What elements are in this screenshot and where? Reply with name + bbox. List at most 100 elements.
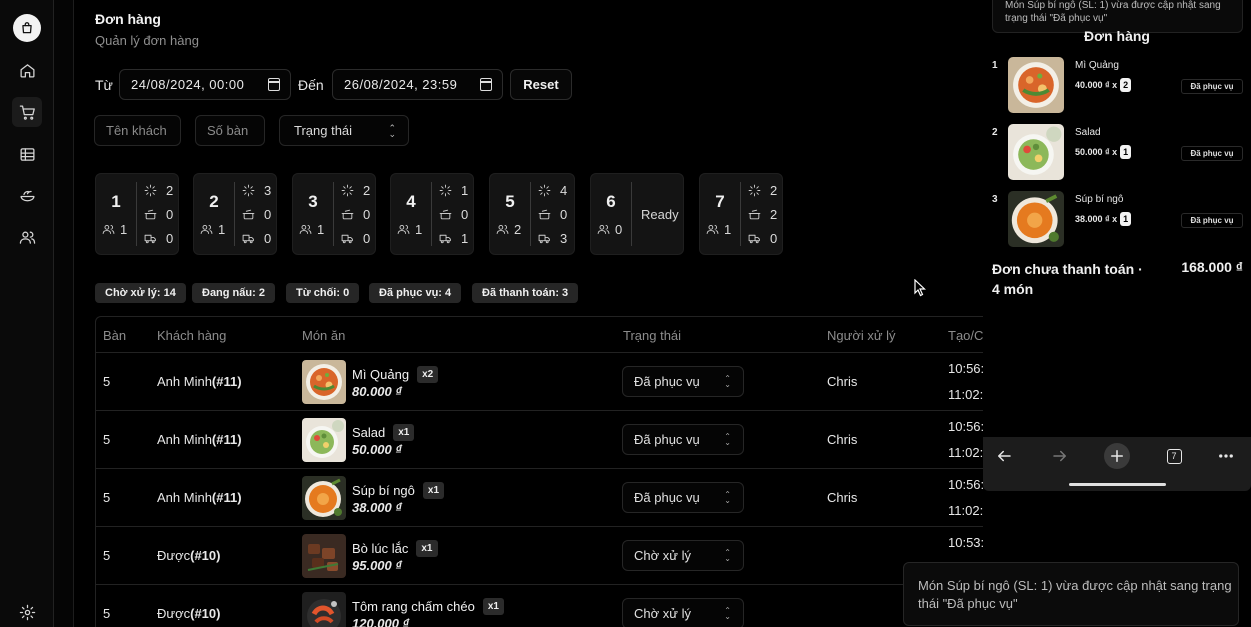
table-card-2[interactable]: 2 1 3 0 0: [193, 173, 277, 255]
users-icon: [706, 224, 719, 234]
cooking-value: 0: [166, 207, 174, 222]
delivered-value: 0: [166, 231, 174, 246]
table-row[interactable]: 5 Anh Minh(#11) Mì Quảng x2 80.000 ₫ Đã p…: [96, 352, 985, 410]
item-image: [1008, 124, 1064, 180]
customer-id: (#11): [211, 432, 242, 447]
pending-count: 2: [144, 183, 173, 198]
column-header-customer: Khách hàng: [157, 328, 227, 343]
pending-count: 4: [538, 183, 567, 198]
status-select[interactable]: Trạng thái ⌃ ⌄: [279, 115, 409, 146]
dish-name-text: Salad: [352, 425, 386, 440]
chevron-updown-icon: ⌃ ⌄: [724, 548, 731, 563]
cooking-pot-icon: [144, 209, 157, 220]
notification-toast: Món Súp bí ngô (SL: 1) vừa được cập nhật…: [903, 562, 1239, 626]
table-number-input[interactable]: Số bàn: [195, 115, 265, 146]
customer-name: Anh Minh: [157, 432, 212, 447]
status-chip[interactable]: Chờ xử lý: 14: [95, 283, 186, 303]
customer-name: Được: [157, 606, 191, 621]
guest-count: 1: [299, 222, 324, 237]
dish-image: [302, 360, 346, 404]
from-date-input[interactable]: 24/08/2024, 00:00: [119, 69, 291, 100]
table-row[interactable]: 5 Được(#10) Bò lúc lắc x1 95.000 ₫ Chờ xử…: [96, 526, 985, 584]
users-icon: [200, 224, 213, 234]
forward-icon[interactable]: [1047, 443, 1073, 469]
cooking-pot-icon: [538, 209, 551, 220]
table-icon[interactable]: [12, 139, 42, 169]
users-icon: [597, 224, 610, 234]
status-chip[interactable]: Đã phục vụ: 4: [369, 283, 462, 303]
calendar-icon[interactable]: [480, 78, 492, 91]
chevron-updown-icon: ⌃ ⌄: [724, 432, 731, 447]
home-icon[interactable]: [12, 55, 42, 85]
tab-switcher-icon[interactable]: 7: [1161, 443, 1187, 469]
order-status-select[interactable]: Chờ xử lý ⌃ ⌄: [622, 598, 744, 627]
dish-image: [302, 592, 346, 627]
table-row[interactable]: 5 Anh Minh(#11) Súp bí ngô x1 38.000 ₫ Đã…: [96, 468, 985, 526]
table-card-4[interactable]: 4 1 1 0 1: [390, 173, 474, 255]
delivery-truck-icon: [439, 234, 451, 244]
main-content: Đơn hàng Quản lý đơn hàng Từ 24/08/2024,…: [75, 0, 985, 627]
table-card-5[interactable]: 5 2 4 0 3: [489, 173, 575, 255]
settings-icon[interactable]: [12, 597, 42, 627]
table-card-7[interactable]: 7 1 2 2 0: [699, 173, 783, 255]
customer-name-input[interactable]: Tên khách: [94, 115, 181, 146]
orders-table: Bàn Khách hàng Món ăn Trạng thái Người x…: [95, 316, 985, 627]
delivered-count: 0: [144, 231, 173, 246]
item-status-badge: Đã phục vụ: [1181, 79, 1243, 94]
spinner-icon: [144, 184, 157, 197]
dish-price: 50.000 ₫: [352, 442, 403, 457]
created-time: 10:53:01 26/08/2024: [948, 535, 985, 550]
side-order-item: 3 Súp bí ngô 38.000 ₫ x1 Đã phục vụ: [983, 191, 1251, 251]
cooking-value: 2: [770, 207, 778, 222]
ready-label: Ready: [641, 207, 679, 222]
item-price: 38.000 ₫ x1: [1075, 212, 1132, 226]
status-chip[interactable]: Đã thanh toán: 3: [472, 283, 579, 303]
table-number: 4: [406, 192, 416, 211]
table-number: 3: [308, 192, 318, 211]
users-icon[interactable]: [12, 222, 42, 252]
table-card-6[interactable]: 6 0 Ready: [590, 173, 684, 255]
dish-image: [302, 418, 346, 462]
cooking-count: 0: [439, 207, 468, 222]
dish-price: 38.000 ₫: [352, 500, 403, 515]
cooking-value: 0: [363, 207, 371, 222]
calendar-icon[interactable]: [268, 78, 280, 91]
guest-count-value: 1: [724, 222, 732, 237]
order-status-select[interactable]: Đã phục vụ ⌃ ⌄: [622, 482, 744, 513]
more-menu-icon[interactable]: [1213, 443, 1239, 469]
table-number: 6: [606, 192, 616, 211]
order-status-select[interactable]: Đã phục vụ ⌃ ⌄: [622, 366, 744, 397]
delivered-value: 0: [770, 231, 778, 246]
order-status-select[interactable]: Đã phục vụ ⌃ ⌄: [622, 424, 744, 455]
dish-name-text: Bò lúc lắc: [352, 541, 409, 556]
back-icon[interactable]: [991, 443, 1017, 469]
new-tab-icon[interactable]: [1104, 443, 1130, 469]
cooking-count: 0: [242, 207, 271, 222]
side-order-item: 1 Mì Quảng 40.000 ₫ x2 Đã phục vụ: [983, 57, 1251, 117]
status-chip[interactable]: Đang nấu: 2: [192, 283, 275, 303]
delivery-truck-icon: [341, 234, 353, 244]
customer-name: Được: [157, 548, 191, 563]
table-row[interactable]: 5 Anh Minh(#11) Salad x1 50.000 ₫ Đã phục…: [96, 410, 985, 468]
item-name: Súp bí ngô: [1075, 194, 1124, 205]
order-status-select[interactable]: Chờ xử lý ⌃ ⌄: [622, 540, 744, 571]
dish-image: [302, 476, 346, 520]
row-table-number: 5: [103, 490, 111, 505]
cart-icon[interactable]: [12, 97, 42, 127]
delivery-truck-icon: [242, 234, 254, 244]
table-row[interactable]: 5 Được(#10) Tôm rang chấm chéo x1 120.000…: [96, 584, 985, 627]
table-card-3[interactable]: 3 1 2 0 0: [292, 173, 376, 255]
food-icon[interactable]: [12, 181, 42, 211]
quantity-badge: x1: [422, 482, 445, 499]
shop-logo-icon[interactable]: [13, 14, 41, 42]
card-divider: [530, 182, 531, 246]
to-date-input[interactable]: 26/08/2024, 23:59: [332, 69, 503, 100]
reset-button[interactable]: Reset: [510, 69, 572, 100]
table-card-1[interactable]: 1 1 2 0 0: [95, 173, 179, 255]
item-index: 2: [992, 127, 998, 138]
updated-time: 11:02:5: [948, 387, 985, 402]
pending-value: 1: [461, 183, 469, 198]
order-status-value: Đã phục vụ: [634, 490, 700, 505]
status-chip[interactable]: Từ chối: 0: [286, 283, 360, 303]
table-number: 2: [209, 192, 219, 211]
